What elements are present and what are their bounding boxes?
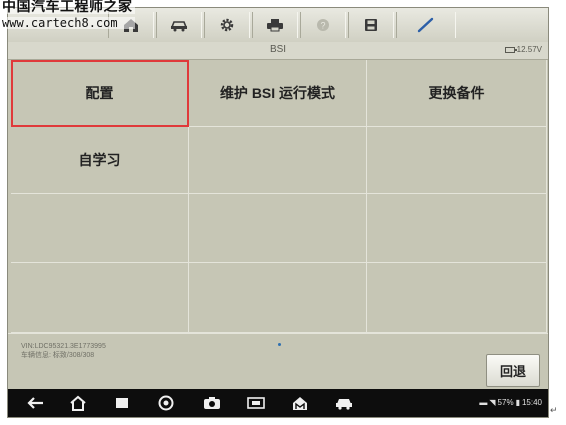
save-button[interactable] xyxy=(348,12,394,38)
menu-item-empty xyxy=(189,194,367,263)
print-icon xyxy=(267,19,283,32)
title-bar: BSI 12.57V xyxy=(8,42,548,60)
recent-apps-icon xyxy=(116,398,128,408)
print-button[interactable] xyxy=(252,12,298,38)
menu-item-bsi-maintenance-mode[interactable]: 维护 BSI 运行模式 xyxy=(189,60,367,127)
help-button[interactable]: ? xyxy=(300,12,346,38)
wifi-icon: ◥ xyxy=(489,398,496,407)
save-icon xyxy=(365,19,377,31)
menu-item-replace-parts[interactable]: 更换备件 xyxy=(367,60,547,127)
browser-icon xyxy=(158,395,174,411)
nav-diagnostic-home[interactable] xyxy=(290,394,310,412)
clock: 15:40 xyxy=(521,398,542,407)
nav-back[interactable] xyxy=(26,394,46,412)
nav-home[interactable] xyxy=(68,394,88,412)
edit-button[interactable] xyxy=(396,12,456,38)
message-icon: ▬ xyxy=(479,398,488,407)
svg-text:?: ? xyxy=(320,21,325,31)
edit-icon xyxy=(417,17,434,33)
voltage-value: 12.57V xyxy=(516,45,542,54)
vehicle-model-text: 车辆信息: 标致/308/308 xyxy=(21,352,95,359)
menu-item-empty xyxy=(367,194,547,263)
menu-item-self-learning[interactable]: 自学习 xyxy=(11,127,189,194)
car-icon xyxy=(336,399,352,410)
menu-item-empty xyxy=(189,263,367,333)
watermark-url: www.cartech8.com xyxy=(0,17,135,29)
function-menu-grid: 配置 维护 BSI 运行模式 更换备件 自学习 xyxy=(11,60,547,333)
android-navigation-bar: ▬ ◥ 57% ▮ 15:40 xyxy=(8,389,548,417)
vehicle-button[interactable] xyxy=(156,12,202,38)
menu-item-configuration[interactable]: 配置 xyxy=(11,60,189,127)
status-area: ▬ ◥ 57% ▮ 15:40 xyxy=(479,398,542,407)
voltage-indicator: 12.57V xyxy=(504,45,542,54)
battery-icon xyxy=(504,46,517,53)
menu-item-empty xyxy=(11,194,189,263)
camera-icon xyxy=(204,397,220,409)
nav-browser[interactable] xyxy=(156,394,176,412)
vehicle-info-panel: VIN:LDC95321.3E1773995 车辆信息: 标致/308/308 … xyxy=(8,333,548,390)
back-arrow-icon xyxy=(27,397,43,409)
gear-icon xyxy=(220,18,234,32)
menu-item-empty xyxy=(11,263,189,333)
vin-text: VIN:LDC95321.3E1773995 xyxy=(21,343,106,350)
menu-item-empty xyxy=(367,263,547,333)
screenshot-icon xyxy=(247,397,265,409)
nav-vehicle[interactable] xyxy=(334,394,354,412)
page-indicator-dot xyxy=(278,343,281,346)
menu-item-empty xyxy=(189,127,367,194)
vehicle-icon xyxy=(170,21,188,32)
diagnostic-screen: ? BSI 12.57V 配置 维护 BSI 运行模式 更换备件 自学习 VIN… xyxy=(7,7,549,418)
settings-button[interactable] xyxy=(204,12,250,38)
battery-icon: ▮ xyxy=(515,398,520,407)
home-icon xyxy=(70,395,86,411)
back-button[interactable]: 回退 xyxy=(486,354,540,387)
nav-camera[interactable] xyxy=(202,394,222,412)
page-title: BSI xyxy=(269,44,287,55)
nav-screenshot[interactable] xyxy=(246,394,266,412)
battery-percent: 57% xyxy=(497,398,514,407)
diagnostic-home-icon xyxy=(293,397,307,410)
vehicle-info-text: VIN:LDC95321.3E1773995 车辆信息: 标致/308/308 xyxy=(21,342,106,360)
watermark: 中国汽车工程师之家 www.cartech8.com xyxy=(0,0,135,29)
watermark-title: 中国汽车工程师之家 xyxy=(0,0,135,15)
nav-recent-apps[interactable] xyxy=(112,394,132,412)
paragraph-mark-icon: ↵ xyxy=(550,405,558,415)
menu-item-empty xyxy=(367,127,547,194)
help-icon: ? xyxy=(317,19,329,31)
